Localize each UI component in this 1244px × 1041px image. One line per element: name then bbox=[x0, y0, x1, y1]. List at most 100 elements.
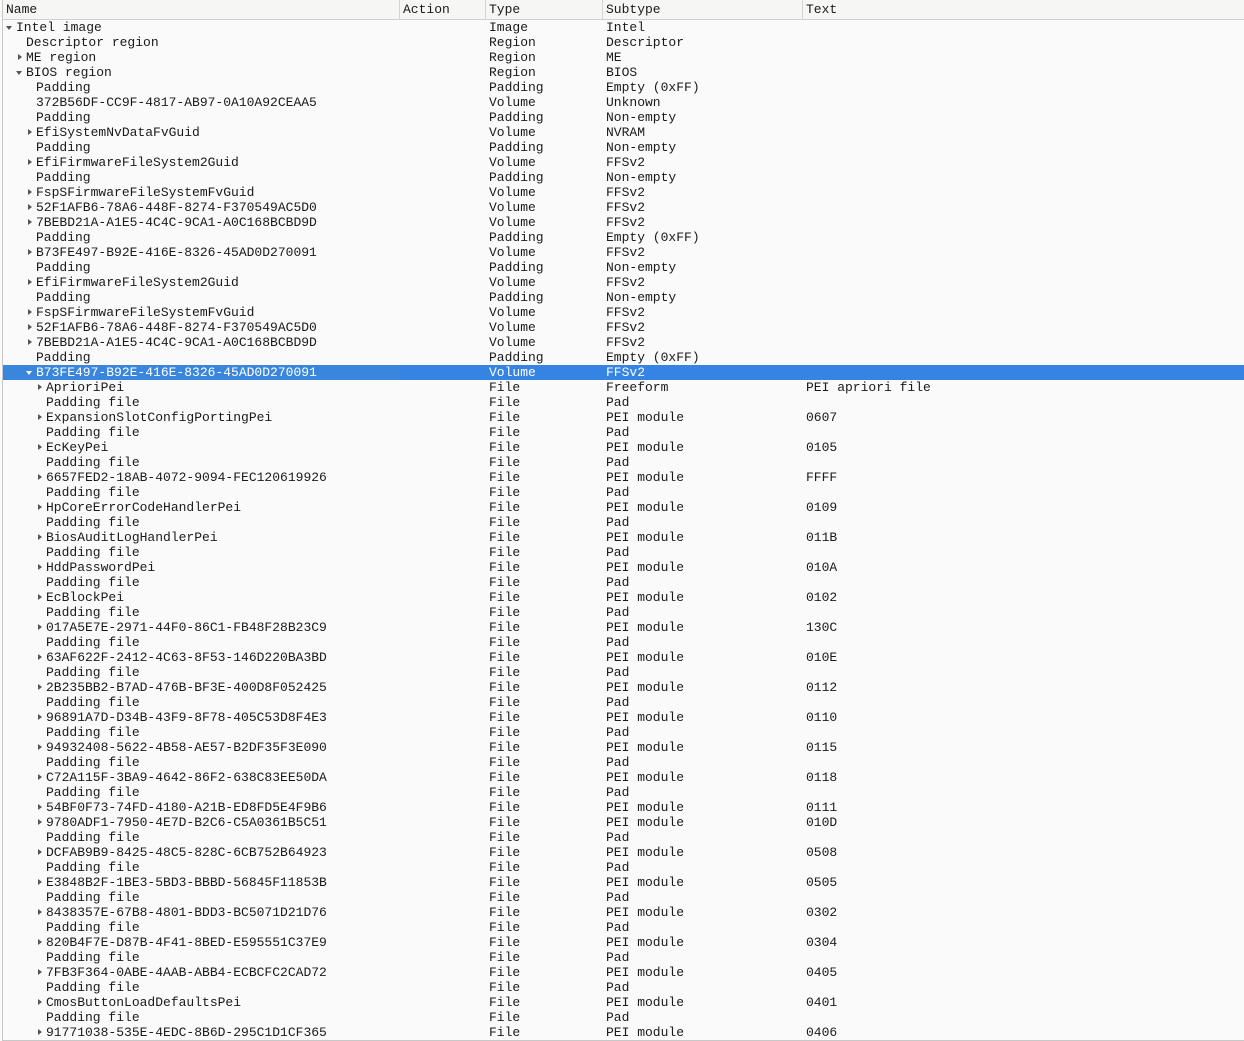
tree-row[interactable]: Padding file File Pad bbox=[3, 425, 1244, 440]
collapsed-arrow-icon[interactable] bbox=[26, 305, 34, 320]
tree-row[interactable]: EcKeyPei File PEI module 0105 bbox=[3, 440, 1244, 455]
column-header-name[interactable]: Name bbox=[3, 0, 400, 19]
tree-row[interactable]: 017A5E7E-2971-44F0-86C1-FB48F28B23C9 File… bbox=[3, 620, 1244, 635]
structure-tree-view[interactable]: Name Action Type Subtype Text Intel imag… bbox=[2, 0, 1244, 1041]
tree-row[interactable]: 7BEBD21A-A1E5-4C4C-9CA1-A0C168BCBD9D Volu… bbox=[3, 335, 1244, 350]
tree-row[interactable]: 63AF622F-2412-4C63-8F53-146D220BA3BD File… bbox=[3, 650, 1244, 665]
tree-row[interactable]: FspSFirmwareFileSystemFvGuid Volume FFSv2 bbox=[3, 185, 1244, 200]
tree-row[interactable]: Padding file File Pad bbox=[3, 545, 1244, 560]
collapsed-arrow-icon[interactable] bbox=[36, 440, 44, 455]
collapsed-arrow-icon[interactable] bbox=[36, 875, 44, 890]
tree-row[interactable]: 96891A7D-D34B-43F9-8F78-405C53D8F4E3 File… bbox=[3, 710, 1244, 725]
tree-row[interactable]: Padding Padding Non-empty bbox=[3, 110, 1244, 125]
collapsed-arrow-icon[interactable] bbox=[36, 770, 44, 785]
tree-row[interactable]: Padding file File Pad bbox=[3, 485, 1244, 500]
collapsed-arrow-icon[interactable] bbox=[16, 50, 24, 65]
collapsed-arrow-icon[interactable] bbox=[26, 275, 34, 290]
collapsed-arrow-icon[interactable] bbox=[36, 560, 44, 575]
tree-row[interactable]: DCFAB9B9-8425-48C5-828C-6CB752B64923 File… bbox=[3, 845, 1244, 860]
tree-row[interactable]: 7FB3F364-0ABE-4AAB-ABB4-ECBCFC2CAD72 File… bbox=[3, 965, 1244, 980]
collapsed-arrow-icon[interactable] bbox=[26, 155, 34, 170]
tree-row[interactable]: HpCoreErrorCodeHandlerPei File PEI module 0… bbox=[3, 500, 1244, 515]
tree-row[interactable]: 7BEBD21A-A1E5-4C4C-9CA1-A0C168BCBD9D Volu… bbox=[3, 215, 1244, 230]
expanded-arrow-icon[interactable] bbox=[6, 20, 14, 35]
tree-row[interactable]: CmosButtonLoadDefaultsPei File PEI module 0… bbox=[3, 995, 1244, 1010]
column-header-text[interactable]: Text bbox=[803, 0, 1244, 19]
tree-row[interactable]: ME region Region ME bbox=[3, 50, 1244, 65]
tree-row[interactable]: 91771038-535E-4EDC-8B6D-295C1D1CF365 File… bbox=[3, 1025, 1244, 1040]
tree-row[interactable]: EfiSystemNvDataFvGuid Volume NVRAM bbox=[3, 125, 1244, 140]
collapsed-arrow-icon[interactable] bbox=[36, 965, 44, 980]
tree-row[interactable]: E3848B2F-1BE3-5BD3-BBBD-56845F11853B File… bbox=[3, 875, 1244, 890]
collapsed-arrow-icon[interactable] bbox=[36, 620, 44, 635]
collapsed-arrow-icon[interactable] bbox=[26, 200, 34, 215]
tree-row[interactable]: Padding file File Pad bbox=[3, 605, 1244, 620]
tree-row[interactable]: BIOS region Region BIOS bbox=[3, 65, 1244, 80]
tree-row[interactable]: 820B4F7E-D87B-4F41-8BED-E595551C37E9 File… bbox=[3, 935, 1244, 950]
tree-row[interactable]: 94932408-5622-4B58-AE57-B2DF35F3E090 File… bbox=[3, 740, 1244, 755]
tree-row[interactable]: C72A115F-3BA9-4642-86F2-638C83EE50DA File… bbox=[3, 770, 1244, 785]
tree-row[interactable]: Padding file File Pad bbox=[3, 665, 1244, 680]
tree-row[interactable]: Padding file File Pad bbox=[3, 860, 1244, 875]
tree-row[interactable]: Padding file File Pad bbox=[3, 395, 1244, 410]
collapsed-arrow-icon[interactable] bbox=[26, 245, 34, 260]
tree-row[interactable]: Descriptor region Region Descriptor bbox=[3, 35, 1244, 50]
tree-row[interactable]: Padding file File Pad bbox=[3, 455, 1244, 470]
column-header-subtype[interactable]: Subtype bbox=[603, 0, 803, 19]
tree-row[interactable]: AprioriPei File Freeform PEI apriori file bbox=[3, 380, 1244, 395]
collapsed-arrow-icon[interactable] bbox=[36, 995, 44, 1010]
tree-row[interactable]: Padding file File Pad bbox=[3, 950, 1244, 965]
column-header-action[interactable]: Action bbox=[400, 0, 486, 19]
expanded-arrow-icon[interactable] bbox=[16, 65, 24, 80]
collapsed-arrow-icon[interactable] bbox=[36, 740, 44, 755]
tree-row[interactable]: B73FE497-B92E-416E-8326-45AD0D270091 Volu… bbox=[3, 245, 1244, 260]
collapsed-arrow-icon[interactable] bbox=[36, 410, 44, 425]
tree-row[interactable]: Padding file File Pad bbox=[3, 830, 1244, 845]
tree-row[interactable]: Padding file File Pad bbox=[3, 1010, 1244, 1025]
tree-row[interactable]: Padding Padding Non-empty bbox=[3, 290, 1244, 305]
tree-row[interactable]: Padding file File Pad bbox=[3, 515, 1244, 530]
collapsed-arrow-icon[interactable] bbox=[36, 680, 44, 695]
tree-row[interactable]: Padding Padding Non-empty bbox=[3, 170, 1244, 185]
tree-row[interactable]: EfiFirmwareFileSystem2Guid Volume FFSv2 bbox=[3, 155, 1244, 170]
tree-row[interactable]: Padding file File Pad bbox=[3, 755, 1244, 770]
collapsed-arrow-icon[interactable] bbox=[36, 380, 44, 395]
collapsed-arrow-icon[interactable] bbox=[36, 470, 44, 485]
tree-row[interactable]: Padding Padding Empty (0xFF) bbox=[3, 80, 1244, 95]
tree-row[interactable]: Padding file File Pad bbox=[3, 920, 1244, 935]
collapsed-arrow-icon[interactable] bbox=[36, 800, 44, 815]
collapsed-arrow-icon[interactable] bbox=[36, 905, 44, 920]
tree-row[interactable]: Padding file File Pad bbox=[3, 725, 1244, 740]
collapsed-arrow-icon[interactable] bbox=[26, 125, 34, 140]
tree-row[interactable]: 8438357E-67B8-4801-BDD3-BC5071D21D76 File… bbox=[3, 905, 1244, 920]
collapsed-arrow-icon[interactable] bbox=[36, 935, 44, 950]
tree-row[interactable]: 52F1AFB6-78A6-448F-8274-F370549AC5D0 Volu… bbox=[3, 320, 1244, 335]
collapsed-arrow-icon[interactable] bbox=[36, 500, 44, 515]
tree-row[interactable]: B73FE497-B92E-416E-8326-45AD0D270091 Volu… bbox=[3, 365, 1244, 380]
tree-row[interactable]: 372B56DF-CC9F-4817-AB97-0A10A92CEAA5 Volu… bbox=[3, 95, 1244, 110]
tree-row[interactable]: Padding file File Pad bbox=[3, 575, 1244, 590]
collapsed-arrow-icon[interactable] bbox=[36, 710, 44, 725]
tree-row[interactable]: Padding file File Pad bbox=[3, 695, 1244, 710]
collapsed-arrow-icon[interactable] bbox=[36, 650, 44, 665]
tree-row[interactable]: Padding Padding Empty (0xFF) bbox=[3, 230, 1244, 245]
tree-row[interactable]: Intel image Image Intel bbox=[3, 20, 1244, 35]
collapsed-arrow-icon[interactable] bbox=[36, 1025, 44, 1040]
tree-row[interactable]: ExpansionSlotConfigPortingPei File PEI mod… bbox=[3, 410, 1244, 425]
tree-row[interactable]: 2B235BB2-B7AD-476B-BF3E-400D8F052425 File… bbox=[3, 680, 1244, 695]
tree-row[interactable]: Padding file File Pad bbox=[3, 890, 1244, 905]
collapsed-arrow-icon[interactable] bbox=[36, 815, 44, 830]
collapsed-arrow-icon[interactable] bbox=[26, 215, 34, 230]
tree-row[interactable]: Padding Padding Non-empty bbox=[3, 260, 1244, 275]
tree-row[interactable]: 6657FED2-18AB-4072-9094-FEC120619926 File… bbox=[3, 470, 1244, 485]
collapsed-arrow-icon[interactable] bbox=[26, 320, 34, 335]
tree-row[interactable]: 9780ADF1-7950-4E7D-B2C6-C5A0361B5C51 File… bbox=[3, 815, 1244, 830]
column-header-type[interactable]: Type bbox=[486, 0, 603, 19]
tree-row[interactable]: EcBlockPei File PEI module 0102 bbox=[3, 590, 1244, 605]
collapsed-arrow-icon[interactable] bbox=[26, 185, 34, 200]
collapsed-arrow-icon[interactable] bbox=[36, 590, 44, 605]
tree-row[interactable]: HddPasswordPei File PEI module 010A bbox=[3, 560, 1244, 575]
tree-row[interactable]: BiosAuditLogHandlerPei File PEI module 011B bbox=[3, 530, 1244, 545]
tree-row[interactable]: EfiFirmwareFileSystem2Guid Volume FFSv2 bbox=[3, 275, 1244, 290]
tree-row[interactable]: FspSFirmwareFileSystemFvGuid Volume FFSv2 bbox=[3, 305, 1244, 320]
